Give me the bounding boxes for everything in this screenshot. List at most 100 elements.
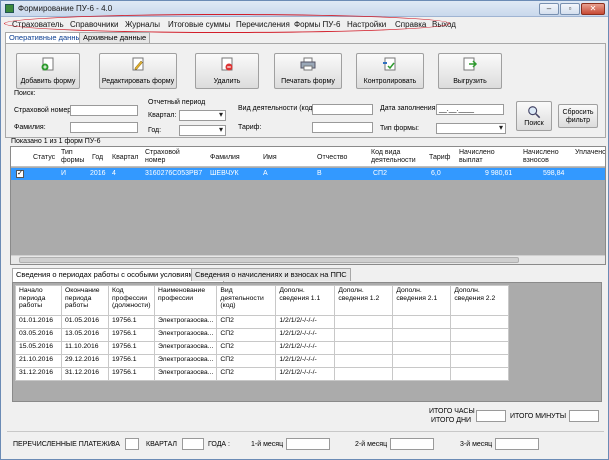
form-type-select[interactable]: [436, 123, 506, 134]
month2-label: 2-й месяц: [355, 441, 388, 448]
month2-input[interactable]: [390, 438, 434, 450]
print-form-button[interactable]: Печатать форму: [274, 53, 342, 89]
export-button[interactable]: Выгрузить: [438, 53, 502, 89]
table-row[interactable]: 03.05.2016 13.05.2016 19756.1 Электрогазосв…: [15, 328, 510, 342]
total-minutes-input[interactable]: [569, 410, 599, 422]
total-hours-input[interactable]: [476, 410, 506, 422]
cell-extra-1-1: 1/2/1/2/-/-/-/-: [275, 354, 336, 368]
col-extra-2-1[interactable]: Дополн. сведения 2.1: [392, 285, 452, 316]
col-activity-code[interactable]: Код вида деятельности: [371, 149, 429, 165]
col-activity-type[interactable]: Вид деятельности (код): [216, 285, 277, 316]
menu-settings[interactable]: Настройки: [347, 20, 386, 29]
menu-transfers[interactable]: Перечисления: [236, 20, 290, 29]
col-extra-1-1[interactable]: Дополн. сведения 1.1: [275, 285, 336, 316]
year-select[interactable]: [179, 125, 226, 136]
col-extra-1-2[interactable]: Дополн. сведения 1.2: [334, 285, 394, 316]
menu-journals[interactable]: Журналы: [125, 20, 160, 29]
month3-label: 3-й месяц: [460, 441, 493, 448]
col-year[interactable]: Год: [92, 154, 103, 162]
col-payments[interactable]: Начислено выплат: [459, 149, 501, 165]
printer-icon: [300, 57, 316, 71]
cell-profession-code: 19756.1: [108, 354, 155, 368]
search-button-label: Поиск: [524, 120, 544, 127]
minimize-button[interactable]: –: [539, 3, 559, 15]
col-period-end[interactable]: Окончание периода работы: [61, 285, 109, 316]
surname-input[interactable]: [70, 122, 138, 133]
col-quarter[interactable]: Квартал: [112, 154, 138, 162]
table-row[interactable]: 21.10.2016 29.12.2016 19756.1 Электрогазосв…: [15, 354, 510, 368]
search-button[interactable]: Поиск: [516, 101, 552, 131]
cell-profession-code: 19756.1: [108, 328, 155, 342]
menu-totals[interactable]: Итоговые суммы: [168, 20, 230, 29]
cell-extra-1-2: [334, 354, 394, 368]
activity-input[interactable]: [312, 104, 373, 115]
periods-table-body: 01.01.2016 01.05.2016 19756.1 Электрогазосв…: [15, 315, 510, 381]
cell-profession-code: 19756.1: [108, 315, 155, 329]
quarter-footer-input[interactable]: [182, 438, 204, 450]
col-profession-code[interactable]: Код профессии (должности): [108, 285, 155, 316]
ins-number-input[interactable]: [70, 105, 138, 116]
col-name[interactable]: Имя: [263, 154, 277, 162]
for-input[interactable]: [125, 438, 139, 450]
delete-button[interactable]: Удалить: [195, 53, 259, 89]
col-ins-number[interactable]: Страховой номер: [145, 149, 185, 165]
forms-grid-hscrollbar[interactable]: [11, 255, 605, 264]
cell-extra-2-2: [450, 367, 510, 381]
menu-help[interactable]: Справка: [395, 20, 426, 29]
col-tariff[interactable]: Тариф: [429, 154, 450, 162]
month1-input[interactable]: [286, 438, 330, 450]
menu-forms[interactable]: Формы ПУ-6: [294, 20, 340, 29]
cell-extra-2-1: [392, 328, 452, 342]
quarter-select[interactable]: [179, 110, 226, 121]
edit-form-button[interactable]: Редактировать форму: [99, 53, 177, 89]
cell-activity-type: СП2: [216, 315, 277, 329]
table-row[interactable]: 15.05.2016 11.10.2016 19756.1 Электрогазосв…: [15, 341, 510, 355]
for-label: ЗА: [111, 441, 120, 448]
menu-exit[interactable]: Выход: [432, 20, 456, 29]
total-days-label: ИТОГО ДНИ: [431, 417, 472, 424]
cell-profession-name: Электрогазосва...: [153, 341, 218, 355]
col-profession-name[interactable]: Наименование профессии: [153, 285, 218, 316]
fill-date-input[interactable]: __.__.____: [436, 104, 504, 115]
reset-filter-button[interactable]: Сбросить фильтр: [558, 104, 598, 128]
cell-activity-type: СП2: [216, 367, 277, 381]
table-row[interactable]: ✓ И 2016 4 3160276C053PB7 ШЕВЧУК А В СП2…: [11, 168, 605, 180]
table-row[interactable]: 01.01.2016 01.05.2016 19756.1 Электрогазосв…: [15, 315, 510, 329]
periods-header-row: Начало периода работы Окончание периода …: [15, 285, 510, 316]
col-form-type[interactable]: Тип формы: [61, 149, 84, 165]
tab-accruals[interactable]: Сведения о начислениях и взносах на ППС: [191, 268, 351, 281]
cell-extra-2-2: [450, 315, 510, 329]
menu-references[interactable]: Справочники: [70, 20, 118, 29]
table-row[interactable]: 31.12.2016 31.12.2016 19756.1 Электрогазосв…: [15, 367, 510, 381]
month3-input[interactable]: [495, 438, 539, 450]
cell-period-end: 31.12.2016: [61, 367, 109, 381]
form-type-label: Тип формы:: [380, 125, 419, 132]
maximize-button[interactable]: ▫: [560, 3, 580, 15]
col-status[interactable]: Статус: [33, 154, 55, 162]
col-period-start[interactable]: Начало периода работы: [15, 285, 62, 316]
col-paid[interactable]: Уплачено: [575, 149, 605, 157]
cell-patronymic: В: [317, 170, 322, 177]
col-surname[interactable]: Фамилия: [210, 154, 240, 162]
control-button[interactable]: Контролировать: [356, 53, 424, 89]
cell-extra-1-1: 1/2/1/2/-/-/-/-: [275, 328, 336, 342]
col-contributions[interactable]: Начислено взносов: [523, 149, 565, 165]
scroll-thumb[interactable]: [19, 257, 519, 263]
cell-profession-code: 19756.1: [108, 341, 155, 355]
forms-grid: Статус Тип формы Год Квартал Страховой н…: [10, 146, 606, 265]
col-patronymic[interactable]: Отчество: [317, 154, 347, 162]
close-button[interactable]: ✕: [581, 3, 605, 15]
row-checkbox[interactable]: ✓: [16, 170, 24, 178]
tariff-input[interactable]: [312, 122, 373, 133]
cell-extra-1-2: [334, 328, 394, 342]
delete-label: Удалить: [213, 78, 241, 85]
add-form-button[interactable]: Добавить форму: [16, 53, 80, 89]
quarter-label: Квартал:: [148, 112, 177, 119]
edit-form-label: Редактировать форму: [101, 78, 175, 85]
cell-extra-2-2: [450, 354, 510, 368]
menu-insurer[interactable]: Страхователь: [12, 20, 64, 29]
cell-activity-type: СП2: [216, 341, 277, 355]
check-document-icon: [383, 57, 396, 71]
col-extra-2-2[interactable]: Дополн. сведения 2.2: [450, 285, 510, 316]
tab-archive[interactable]: Архивные данные: [79, 32, 151, 43]
